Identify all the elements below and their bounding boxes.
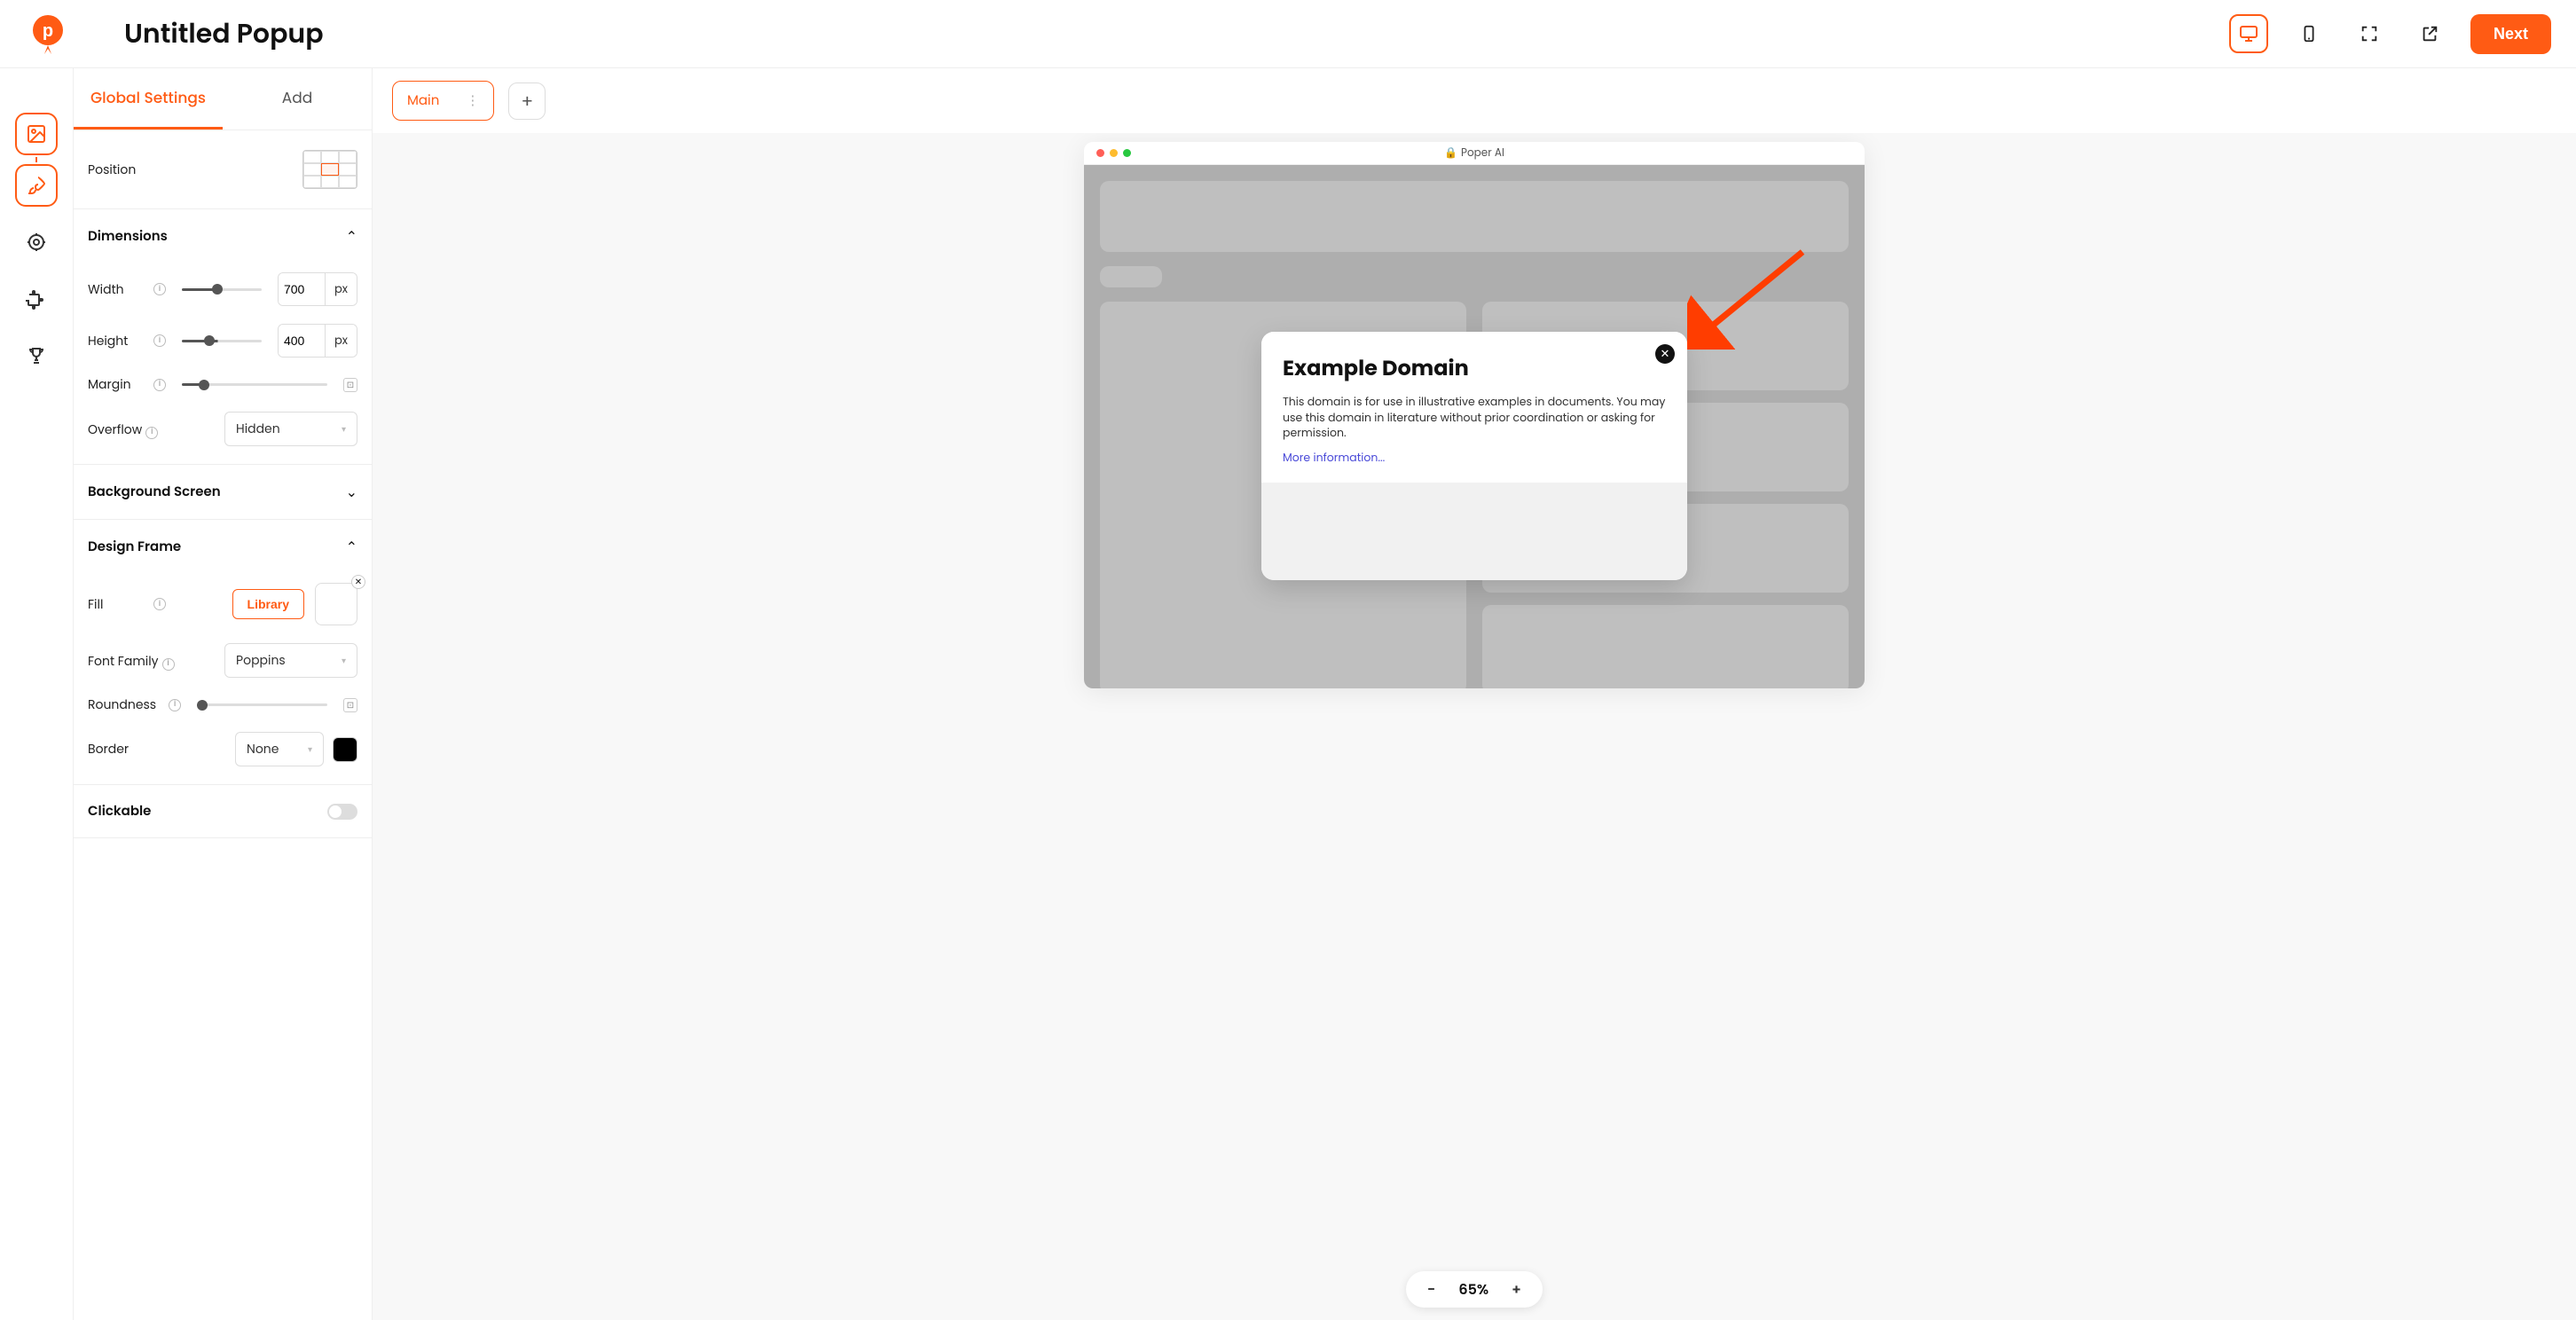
chevron-down-icon: ⌄ <box>346 481 357 503</box>
border-select[interactable]: None ▾ <box>235 732 324 766</box>
width-label: Width <box>88 280 141 299</box>
page-title[interactable]: Untitled Popup <box>124 13 324 54</box>
tab-global-settings[interactable]: Global Settings <box>74 68 223 130</box>
traffic-lights <box>1096 149 1131 157</box>
app-logo: p <box>25 11 71 57</box>
clickable-header[interactable]: Clickable <box>88 785 357 837</box>
info-icon[interactable]: i <box>153 379 166 391</box>
library-button[interactable]: Library <box>232 589 304 619</box>
open-external-button[interactable] <box>2410 14 2449 53</box>
canvas-area: Main ⋮ + 🔒 Poper AI <box>373 68 2576 1320</box>
info-icon[interactable]: i <box>153 598 166 610</box>
zoom-value: 65% <box>1458 1278 1488 1300</box>
settings-sidebar: Global Settings Add Position <box>73 68 373 1320</box>
roundness-label: Roundness <box>88 695 156 714</box>
position-label: Position <box>88 161 141 179</box>
chevron-down-icon: ▾ <box>342 422 346 436</box>
chevron-down-icon: ▾ <box>342 654 346 668</box>
clickable-toggle[interactable] <box>327 804 357 820</box>
left-rail <box>0 68 73 1320</box>
reset-icon[interactable]: ⊡ <box>343 698 357 712</box>
overflow-select[interactable]: Hidden ▾ <box>224 412 357 446</box>
device-mobile-button[interactable] <box>2289 14 2329 53</box>
height-unit[interactable]: px <box>325 325 357 357</box>
chevron-down-icon: ▾ <box>308 742 312 757</box>
border-color-chip[interactable] <box>333 737 357 762</box>
fullscreen-button[interactable] <box>2350 14 2389 53</box>
height-label: Height <box>88 332 141 350</box>
rail-brush-icon[interactable] <box>15 164 58 207</box>
info-icon[interactable]: i <box>162 658 175 671</box>
lock-icon: 🔒 <box>1444 145 1457 161</box>
info-icon[interactable]: i <box>145 427 158 439</box>
browser-preview: 🔒 Poper AI <box>1084 142 1865 688</box>
popup-body: This domain is for use in illustrative e… <box>1283 395 1666 442</box>
dimensions-header[interactable]: Dimensions ⌃ <box>88 209 357 263</box>
width-unit[interactable]: px <box>325 273 357 305</box>
border-label: Border <box>88 740 141 758</box>
info-icon[interactable]: i <box>169 699 181 711</box>
overflow-label: Overflow <box>88 420 142 438</box>
remove-fill-button[interactable]: ✕ <box>351 575 365 589</box>
height-slider[interactable] <box>182 340 262 342</box>
popup-link[interactable]: More information... <box>1283 451 1666 467</box>
design-frame-header[interactable]: Design Frame ⌃ <box>88 520 357 574</box>
font-family-label: Font Family <box>88 652 159 670</box>
reset-icon[interactable]: ⊡ <box>343 378 357 392</box>
rail-image-icon[interactable] <box>15 113 58 155</box>
tab-add[interactable]: Add <box>223 68 372 130</box>
margin-label: Margin <box>88 375 141 394</box>
fill-color-chip[interactable]: ✕ <box>315 583 357 625</box>
svg-text:p: p <box>43 21 53 41</box>
chevron-up-icon: ⌃ <box>346 536 357 558</box>
info-icon[interactable]: i <box>153 334 166 347</box>
add-step-button[interactable]: + <box>508 82 546 120</box>
width-slider[interactable] <box>182 288 262 291</box>
margin-slider[interactable] <box>182 383 327 386</box>
popup-title: Example Domain <box>1283 353 1666 384</box>
zoom-control: - 65% + <box>1406 1271 1543 1308</box>
chevron-up-icon: ⌃ <box>346 225 357 248</box>
popup-preview[interactable]: ✕ Example Domain This domain is for use … <box>1261 332 1687 580</box>
background-screen-header[interactable]: Background Screen ⌄ <box>88 465 357 519</box>
position-grid[interactable] <box>302 150 357 189</box>
topbar: p Untitled Popup Next <box>0 0 2576 67</box>
popup-close-button[interactable]: ✕ <box>1655 344 1675 364</box>
zoom-out-button[interactable]: - <box>1427 1278 1435 1300</box>
fill-label: Fill <box>88 595 141 614</box>
preview-url: Poper AI <box>1461 145 1504 161</box>
device-desktop-button[interactable] <box>2229 14 2268 53</box>
next-button[interactable]: Next <box>2470 14 2551 54</box>
more-icon[interactable]: ⋮ <box>466 90 479 111</box>
rail-target-icon[interactable] <box>15 221 58 263</box>
rail-trophy-icon[interactable] <box>15 334 58 377</box>
font-family-select[interactable]: Poppins ▾ <box>224 643 357 678</box>
zoom-in-button[interactable]: + <box>1512 1278 1521 1300</box>
width-input[interactable] <box>279 273 325 305</box>
roundness-slider[interactable] <box>197 703 327 706</box>
step-main-chip[interactable]: Main ⋮ <box>392 81 494 121</box>
rail-puzzle-icon[interactable] <box>15 278 58 320</box>
info-icon[interactable]: i <box>153 283 166 295</box>
height-input[interactable] <box>279 325 325 357</box>
